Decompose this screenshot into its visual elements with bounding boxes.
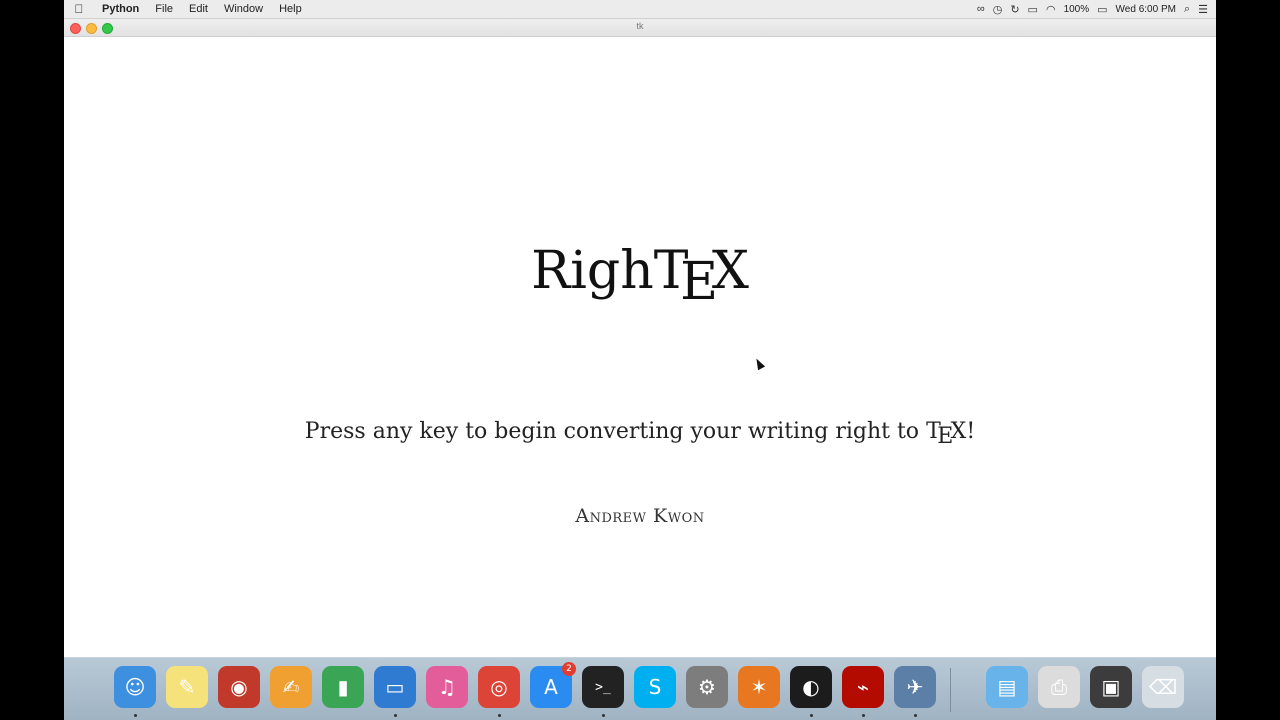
window-title: tk <box>636 21 644 31</box>
printer-icon: ⎙ <box>1051 675 1067 699</box>
battery-percentage[interactable]: 100% <box>1064 4 1090 15</box>
logo-tex-mark: TEX <box>654 241 749 312</box>
desktop-screen:  Python File Edit Window Help ∞ ◷ ↻ ▭ ◠… <box>64 0 1216 720</box>
instruction-tex-mark: TEX <box>926 417 966 449</box>
dock-item-finder[interactable]: ☺ <box>114 666 156 708</box>
running-indicator <box>602 714 605 717</box>
dock-item-pages[interactable]: ✍ <box>270 666 312 708</box>
dock-item-downloads[interactable]: ▤ <box>986 666 1028 708</box>
acrobat-icon: ⌁ <box>856 675 870 699</box>
pages-icon: ✍ <box>282 675 300 699</box>
dock-item-skype[interactable]: S <box>634 666 676 708</box>
menu-edit[interactable]: Edit <box>181 3 216 15</box>
airplay-icon[interactable]: ▭ <box>1028 3 1038 16</box>
instruction-suffix: ! <box>966 419 976 444</box>
rocket-icon: ✈ <box>906 675 924 699</box>
app-store-icon: A <box>544 675 558 699</box>
itunes-icon: ♫ <box>438 675 456 699</box>
menu-bar:  Python File Edit Window Help ∞ ◷ ↻ ▭ ◠… <box>64 0 1216 19</box>
screen-folder-icon: ▣ <box>1101 675 1121 699</box>
author-name: Andrew Kwon <box>575 505 705 527</box>
wifi-icon[interactable]: ◠ <box>1046 3 1056 16</box>
time-machine-icon[interactable]: ◷ <box>993 3 1003 16</box>
running-indicator <box>862 714 865 717</box>
finder-icon: ☺ <box>124 675 146 699</box>
running-indicator <box>810 714 813 717</box>
dock-separator <box>950 668 951 712</box>
running-indicator <box>498 714 501 717</box>
mathematica-icon: ✶ <box>750 675 768 699</box>
running-indicator <box>134 714 137 717</box>
dock-item-app-store[interactable]: A2 <box>530 662 576 708</box>
dock-item-printer[interactable]: ⎙ <box>1038 666 1080 708</box>
dock-item-screenshots[interactable]: ▣ <box>1090 666 1132 708</box>
window-titlebar[interactable]: tk <box>64 19 1216 37</box>
menubar-clock[interactable]: Wed 6:00 PM <box>1116 4 1176 15</box>
running-indicator <box>394 714 397 717</box>
app-logo: RighTEX <box>64 241 1216 312</box>
tex-e: E <box>680 252 719 313</box>
notes-icon: ✎ <box>178 675 196 699</box>
folder-icon: ▤ <box>997 675 1017 699</box>
terminal-icon: >_ <box>595 679 611 695</box>
dock-item-keynote[interactable]: ▭ <box>374 666 416 708</box>
chrome-icon: ◎ <box>490 675 508 699</box>
dock-item-itunes[interactable]: ♫ <box>426 666 468 708</box>
glasses-icon[interactable]: ∞ <box>977 3 985 15</box>
dock-item-numbers[interactable]: ▮ <box>322 666 364 708</box>
notification-badge: 2 <box>562 662 576 676</box>
battery-icon[interactable]: ▭ <box>1097 3 1107 16</box>
app-canvas[interactable]: RighTEX Press any key to begin convertin… <box>64 37 1216 657</box>
dock: ☺ ✎ ◉ ✍ ▮ ▭ ♫ ◎ A 2 >_ S ⚙ ✶ ◐ ⌁ ✈ ▤ ⎙ ▣ ⌫ <box>64 657 1216 720</box>
dock-item-acrobat[interactable]: ⌁ <box>842 666 884 708</box>
spotlight-search-icon[interactable]: ⌕ <box>1184 3 1190 16</box>
trash-icon: ⌫ <box>1148 675 1178 699</box>
menu-window[interactable]: Window <box>216 3 271 15</box>
dock-item-chrome[interactable]: ◎ <box>478 666 520 708</box>
apple-icon[interactable]:  <box>64 2 94 16</box>
dock-item-obs[interactable]: ◐ <box>790 666 832 708</box>
keynote-icon: ▭ <box>385 675 405 699</box>
menu-file[interactable]: File <box>147 3 181 15</box>
numbers-icon: ▮ <box>337 675 349 699</box>
sync-icon[interactable]: ↻ <box>1010 3 1019 16</box>
notification-center-icon[interactable]: ☰ <box>1198 3 1208 16</box>
dock-item-system-preferences[interactable]: ⚙ <box>686 666 728 708</box>
running-indicator <box>914 714 917 717</box>
menu-app-python[interactable]: Python <box>94 3 147 15</box>
dock-item-photo-booth[interactable]: ◉ <box>218 666 260 708</box>
dock-item-notes[interactable]: ✎ <box>166 666 208 708</box>
dock-item-terminal[interactable]: >_ <box>582 666 624 708</box>
dock-item-mathematica[interactable]: ✶ <box>738 666 780 708</box>
logo-text: Righ <box>531 241 654 301</box>
instruction-text: Press any key to begin converting your w… <box>64 417 1216 449</box>
instruction-prefix: Press any key to begin converting your w… <box>304 419 927 444</box>
skype-icon: S <box>648 675 662 699</box>
obs-icon: ◐ <box>802 675 820 699</box>
tex-e: E <box>937 423 954 449</box>
gear-icon: ⚙ <box>698 675 716 699</box>
mouse-pointer-icon <box>752 356 766 371</box>
menu-help[interactable]: Help <box>271 3 310 15</box>
dock-item-trash[interactable]: ⌫ <box>1142 666 1184 708</box>
dock-item-python-launcher[interactable]: ✈ <box>894 666 936 708</box>
photo-booth-icon: ◉ <box>230 675 248 699</box>
